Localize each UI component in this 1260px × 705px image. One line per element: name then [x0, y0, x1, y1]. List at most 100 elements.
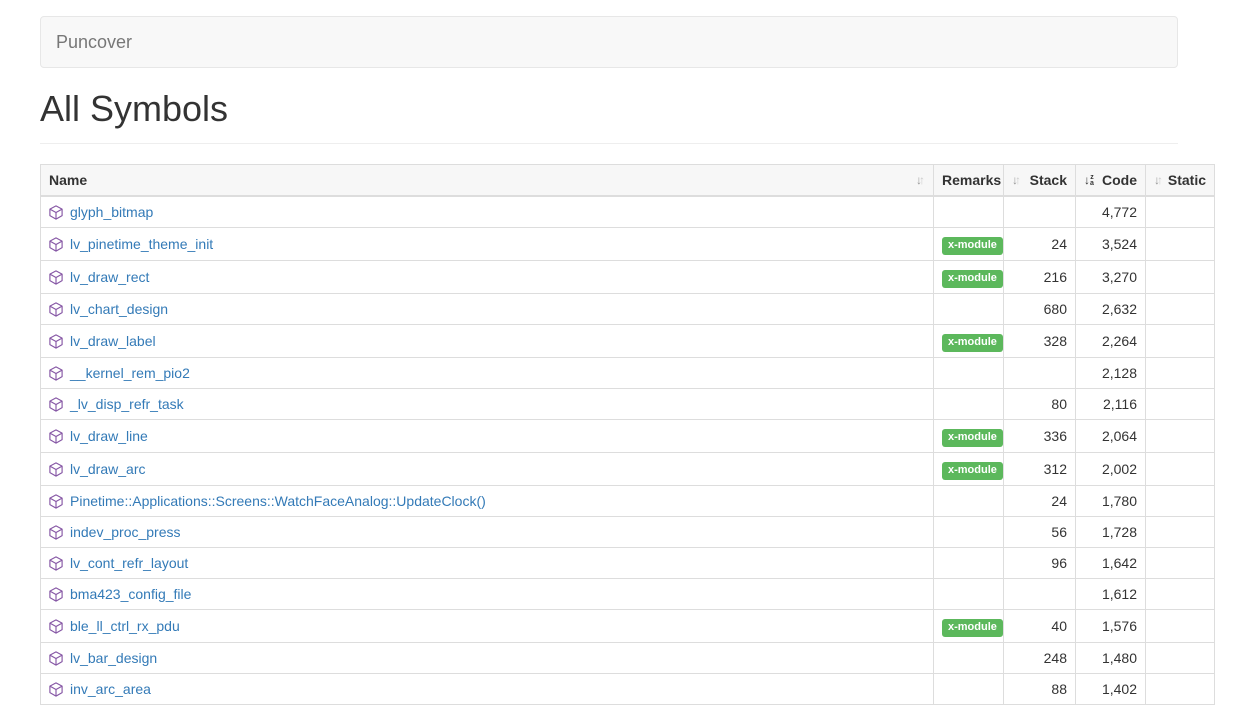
symbol-link[interactable]: lv_pinetime_theme_init	[70, 234, 213, 254]
x-module-badge: x-module	[942, 619, 1003, 637]
static-value	[1146, 420, 1215, 453]
remarks-cell	[934, 643, 1004, 674]
symbol-link[interactable]: lv_cont_refr_layout	[70, 553, 188, 573]
column-label-static: Static	[1168, 170, 1206, 190]
symbol-name-cell: lv_pinetime_theme_init	[41, 228, 934, 261]
symbol-link[interactable]: lv_bar_design	[70, 648, 157, 668]
cube-icon	[49, 237, 63, 252]
cube-icon	[49, 302, 63, 317]
symbol-name-cell: ble_ll_ctrl_rx_pdu	[41, 610, 934, 643]
table-row: ble_ll_ctrl_rx_pdux-module401,576	[41, 610, 1215, 643]
cube-icon	[49, 587, 63, 602]
symbol-name-cell: lv_draw_arc	[41, 453, 934, 486]
cube-icon	[49, 334, 63, 349]
code-value: 3,524	[1076, 228, 1146, 261]
cube-icon	[49, 682, 63, 697]
column-label-stack: Stack	[1030, 170, 1067, 190]
remarks-cell	[934, 517, 1004, 548]
column-header-stack[interactable]: ↓↑ Stack	[1004, 165, 1076, 197]
static-value	[1146, 294, 1215, 325]
symbol-name-cell: indev_proc_press	[41, 517, 934, 548]
code-value: 2,632	[1076, 294, 1146, 325]
stack-value: 312	[1004, 453, 1076, 486]
symbol-link[interactable]: lv_chart_design	[70, 299, 168, 319]
symbol-link[interactable]: __kernel_rem_pio2	[70, 363, 190, 383]
stack-value: 88	[1004, 674, 1076, 705]
symbols-table: Name ↓↑ Remarks ↓↑ Stack ↓za Cod	[40, 164, 1215, 705]
remarks-cell: x-module	[934, 420, 1004, 453]
stack-value: 80	[1004, 389, 1076, 420]
page-title: All Symbols	[40, 88, 1178, 129]
table-row: Pinetime::Applications::Screens::WatchFa…	[41, 486, 1215, 517]
code-value: 1,780	[1076, 486, 1146, 517]
table-row: inv_arc_area881,402	[41, 674, 1215, 705]
stack-value: 680	[1004, 294, 1076, 325]
column-header-code[interactable]: ↓za Code	[1076, 165, 1146, 197]
remarks-cell	[934, 196, 1004, 228]
remarks-cell: x-module	[934, 453, 1004, 486]
symbol-name-cell: lv_draw_label	[41, 325, 934, 358]
x-module-badge: x-module	[942, 237, 1003, 255]
static-value	[1146, 196, 1215, 228]
table-row: lv_draw_line x-module3362,064	[41, 420, 1215, 453]
symbol-name-cell: lv_bar_design	[41, 643, 934, 674]
cube-icon	[49, 494, 63, 509]
x-module-badge: x-module	[942, 429, 1003, 447]
symbol-link[interactable]: bma423_config_file	[70, 584, 191, 604]
column-header-static[interactable]: ↓↑ Static	[1146, 165, 1215, 197]
sort-icon: ↓↑	[1154, 174, 1163, 186]
remarks-cell: x-module	[934, 228, 1004, 261]
code-value: 4,772	[1076, 196, 1146, 228]
column-header-name[interactable]: Name ↓↑	[41, 165, 934, 197]
static-value	[1146, 358, 1215, 389]
table-row: indev_proc_press561,728	[41, 517, 1215, 548]
symbol-link[interactable]: lv_draw_label	[70, 331, 156, 351]
stack-value	[1004, 196, 1076, 228]
symbol-link[interactable]: lv_draw_arc	[70, 459, 145, 479]
symbol-name-cell: bma423_config_file	[41, 579, 934, 610]
remarks-cell	[934, 486, 1004, 517]
symbol-name-cell: glyph_bitmap	[41, 196, 934, 228]
stack-value: 24	[1004, 486, 1076, 517]
cube-icon	[49, 429, 63, 444]
cube-icon	[49, 270, 63, 285]
symbol-link[interactable]: Pinetime::Applications::Screens::WatchFa…	[70, 491, 486, 511]
remarks-cell	[934, 674, 1004, 705]
column-header-remarks: Remarks	[934, 165, 1004, 197]
x-module-badge: x-module	[942, 462, 1003, 480]
column-label-remarks: Remarks	[942, 172, 1001, 188]
remarks-cell	[934, 358, 1004, 389]
column-label-code: Code	[1102, 170, 1137, 190]
code-value: 1,576	[1076, 610, 1146, 643]
sort-icon: ↓↑	[1012, 174, 1021, 186]
code-value: 2,264	[1076, 325, 1146, 358]
static-value	[1146, 579, 1215, 610]
stack-value: 336	[1004, 420, 1076, 453]
symbol-link[interactable]: indev_proc_press	[70, 522, 181, 542]
stack-value: 96	[1004, 548, 1076, 579]
remarks-cell: x-module	[934, 261, 1004, 294]
remarks-cell	[934, 294, 1004, 325]
cube-icon	[49, 366, 63, 381]
table-header-row: Name ↓↑ Remarks ↓↑ Stack ↓za Cod	[41, 165, 1215, 197]
code-value: 1,728	[1076, 517, 1146, 548]
symbol-link[interactable]: glyph_bitmap	[70, 202, 153, 222]
code-value: 1,480	[1076, 643, 1146, 674]
symbol-link[interactable]: lv_draw_rect	[70, 267, 149, 287]
code-value: 2,064	[1076, 420, 1146, 453]
static-value	[1146, 453, 1215, 486]
table-row: lv_draw_labelx-module3282,264	[41, 325, 1215, 358]
remarks-cell	[934, 579, 1004, 610]
cube-icon	[49, 397, 63, 412]
symbol-link[interactable]: _lv_disp_refr_task	[70, 394, 184, 414]
table-row: lv_bar_design2481,480	[41, 643, 1215, 674]
symbol-name-cell: lv_cont_refr_layout	[41, 548, 934, 579]
symbol-link[interactable]: lv_draw_line	[70, 426, 148, 446]
static-value	[1146, 228, 1215, 261]
symbol-link[interactable]: inv_arc_area	[70, 679, 151, 699]
navbar-brand[interactable]: Puncover	[41, 17, 147, 67]
symbol-name-cell: inv_arc_area	[41, 674, 934, 705]
stack-value	[1004, 358, 1076, 389]
cube-icon	[49, 619, 63, 634]
symbol-link[interactable]: ble_ll_ctrl_rx_pdu	[70, 616, 180, 636]
